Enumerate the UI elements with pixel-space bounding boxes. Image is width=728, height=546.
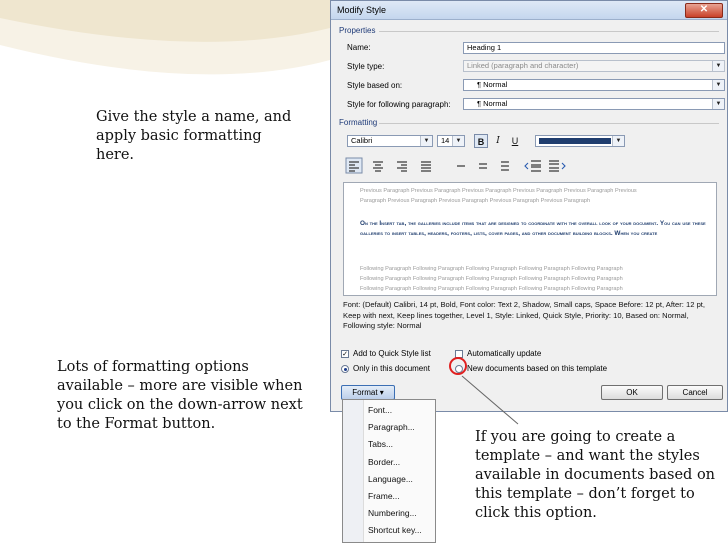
close-icon[interactable]: ✕ [685, 3, 723, 18]
paragraph-format-toolbar [345, 157, 566, 174]
name-input[interactable]: Heading 1 [463, 42, 725, 54]
modify-style-dialog: Modify Style ✕ Properties Name: Heading … [330, 0, 728, 412]
chevron-down-icon: ▼ [420, 136, 432, 146]
following-value: ¶ Normal [477, 99, 508, 108]
chevron-down-icon: ▼ [712, 80, 724, 90]
following-label: Style for following paragraph: [347, 100, 451, 109]
only-this-document-label: Only in this document [353, 364, 430, 373]
formatting-label: Formatting [339, 118, 378, 127]
new-documents-label: New documents based on this template [467, 364, 608, 373]
title-bar: Modify Style ✕ [331, 1, 727, 20]
style-type-label: Style type: [347, 62, 385, 71]
dialog-title: Modify Style [337, 5, 387, 15]
preview-following-line: Following Paragraph Following Paragraph … [360, 276, 623, 282]
preview-following-line: Following Paragraph Following Paragraph … [360, 286, 623, 292]
name-label: Name: [347, 43, 371, 52]
based-on-label: Style based on: [347, 81, 403, 90]
highlight-circle [449, 357, 467, 375]
properties-label: Properties [339, 26, 376, 35]
cancel-button[interactable]: Cancel [667, 385, 723, 400]
font-value: Calibri [351, 136, 373, 145]
chevron-down-icon: ▼ [612, 136, 624, 146]
callout-template-option: If you are going to create a template – … [475, 429, 716, 521]
size-value: 14 [441, 136, 450, 145]
menu-item-shortcut-key[interactable]: Shortcut key... [368, 525, 422, 535]
menu-item-border[interactable]: Border... [368, 457, 400, 467]
menu-item-tabs[interactable]: Tabs... [368, 439, 393, 449]
properties-divider [379, 31, 719, 32]
menu-item-font[interactable]: Font... [368, 405, 392, 415]
following-select[interactable]: ¶ Normal ▼ [463, 98, 725, 110]
preview-following-line: Following Paragraph Following Paragraph … [360, 266, 623, 272]
underline-button[interactable]: U [508, 134, 522, 148]
chevron-down-icon: ▼ [452, 136, 464, 146]
based-on-value: ¶ Normal [477, 80, 508, 89]
bold-button[interactable]: B [474, 134, 488, 148]
font-select[interactable]: Calibri ▼ [347, 135, 433, 147]
style-type-value: Linked (paragraph and character) [467, 61, 579, 70]
font-color-swatch [539, 138, 611, 144]
italic-button[interactable]: I [491, 134, 505, 148]
menu-item-language[interactable]: Language... [368, 474, 413, 484]
only-this-document-radio[interactable] [341, 365, 349, 373]
callout-format-options: Lots of formatting options available – m… [57, 359, 303, 432]
menu-item-numbering[interactable]: Numbering... [368, 508, 417, 518]
preview-heading-text: On the Insert tab, the galleries include… [360, 220, 706, 237]
style-type-select[interactable]: Linked (paragraph and character) ▼ [463, 60, 725, 72]
font-color-select[interactable]: ▼ [535, 135, 625, 147]
menu-item-paragraph[interactable]: Paragraph... [368, 422, 415, 432]
menu-item-frame[interactable]: Frame... [368, 491, 400, 501]
menu-icon-strip [343, 400, 364, 542]
name-value: Heading 1 [467, 43, 502, 52]
style-preview: Previous Paragraph Previous Paragraph Pr… [343, 182, 717, 296]
auto-update-label: Automatically update [467, 349, 542, 358]
add-quick-style-label: Add to Quick Style list [353, 349, 431, 358]
based-on-select[interactable]: ¶ Normal ▼ [463, 79, 725, 91]
chevron-down-icon: ▼ [712, 61, 724, 71]
formatting-divider [379, 123, 719, 124]
preview-previous-line: Paragraph Previous Paragraph Previous Pa… [360, 198, 591, 204]
format-button[interactable]: Format ▾ [341, 385, 395, 400]
chevron-down-icon: ▼ [712, 99, 724, 109]
ok-button[interactable]: OK [601, 385, 663, 400]
size-select[interactable]: 14 ▼ [437, 135, 465, 147]
style-description: Font: (Default) Calibri, 14 pt, Bold, Fo… [343, 300, 706, 330]
preview-previous-line: Previous Paragraph Previous Paragraph Pr… [360, 188, 637, 194]
callout-style-name: Give the style a name, and apply basic f… [96, 109, 292, 163]
add-quick-style-checkbox[interactable]: ✓ [341, 350, 349, 358]
format-menu: Font... Paragraph... Tabs... Border... L… [342, 399, 436, 543]
